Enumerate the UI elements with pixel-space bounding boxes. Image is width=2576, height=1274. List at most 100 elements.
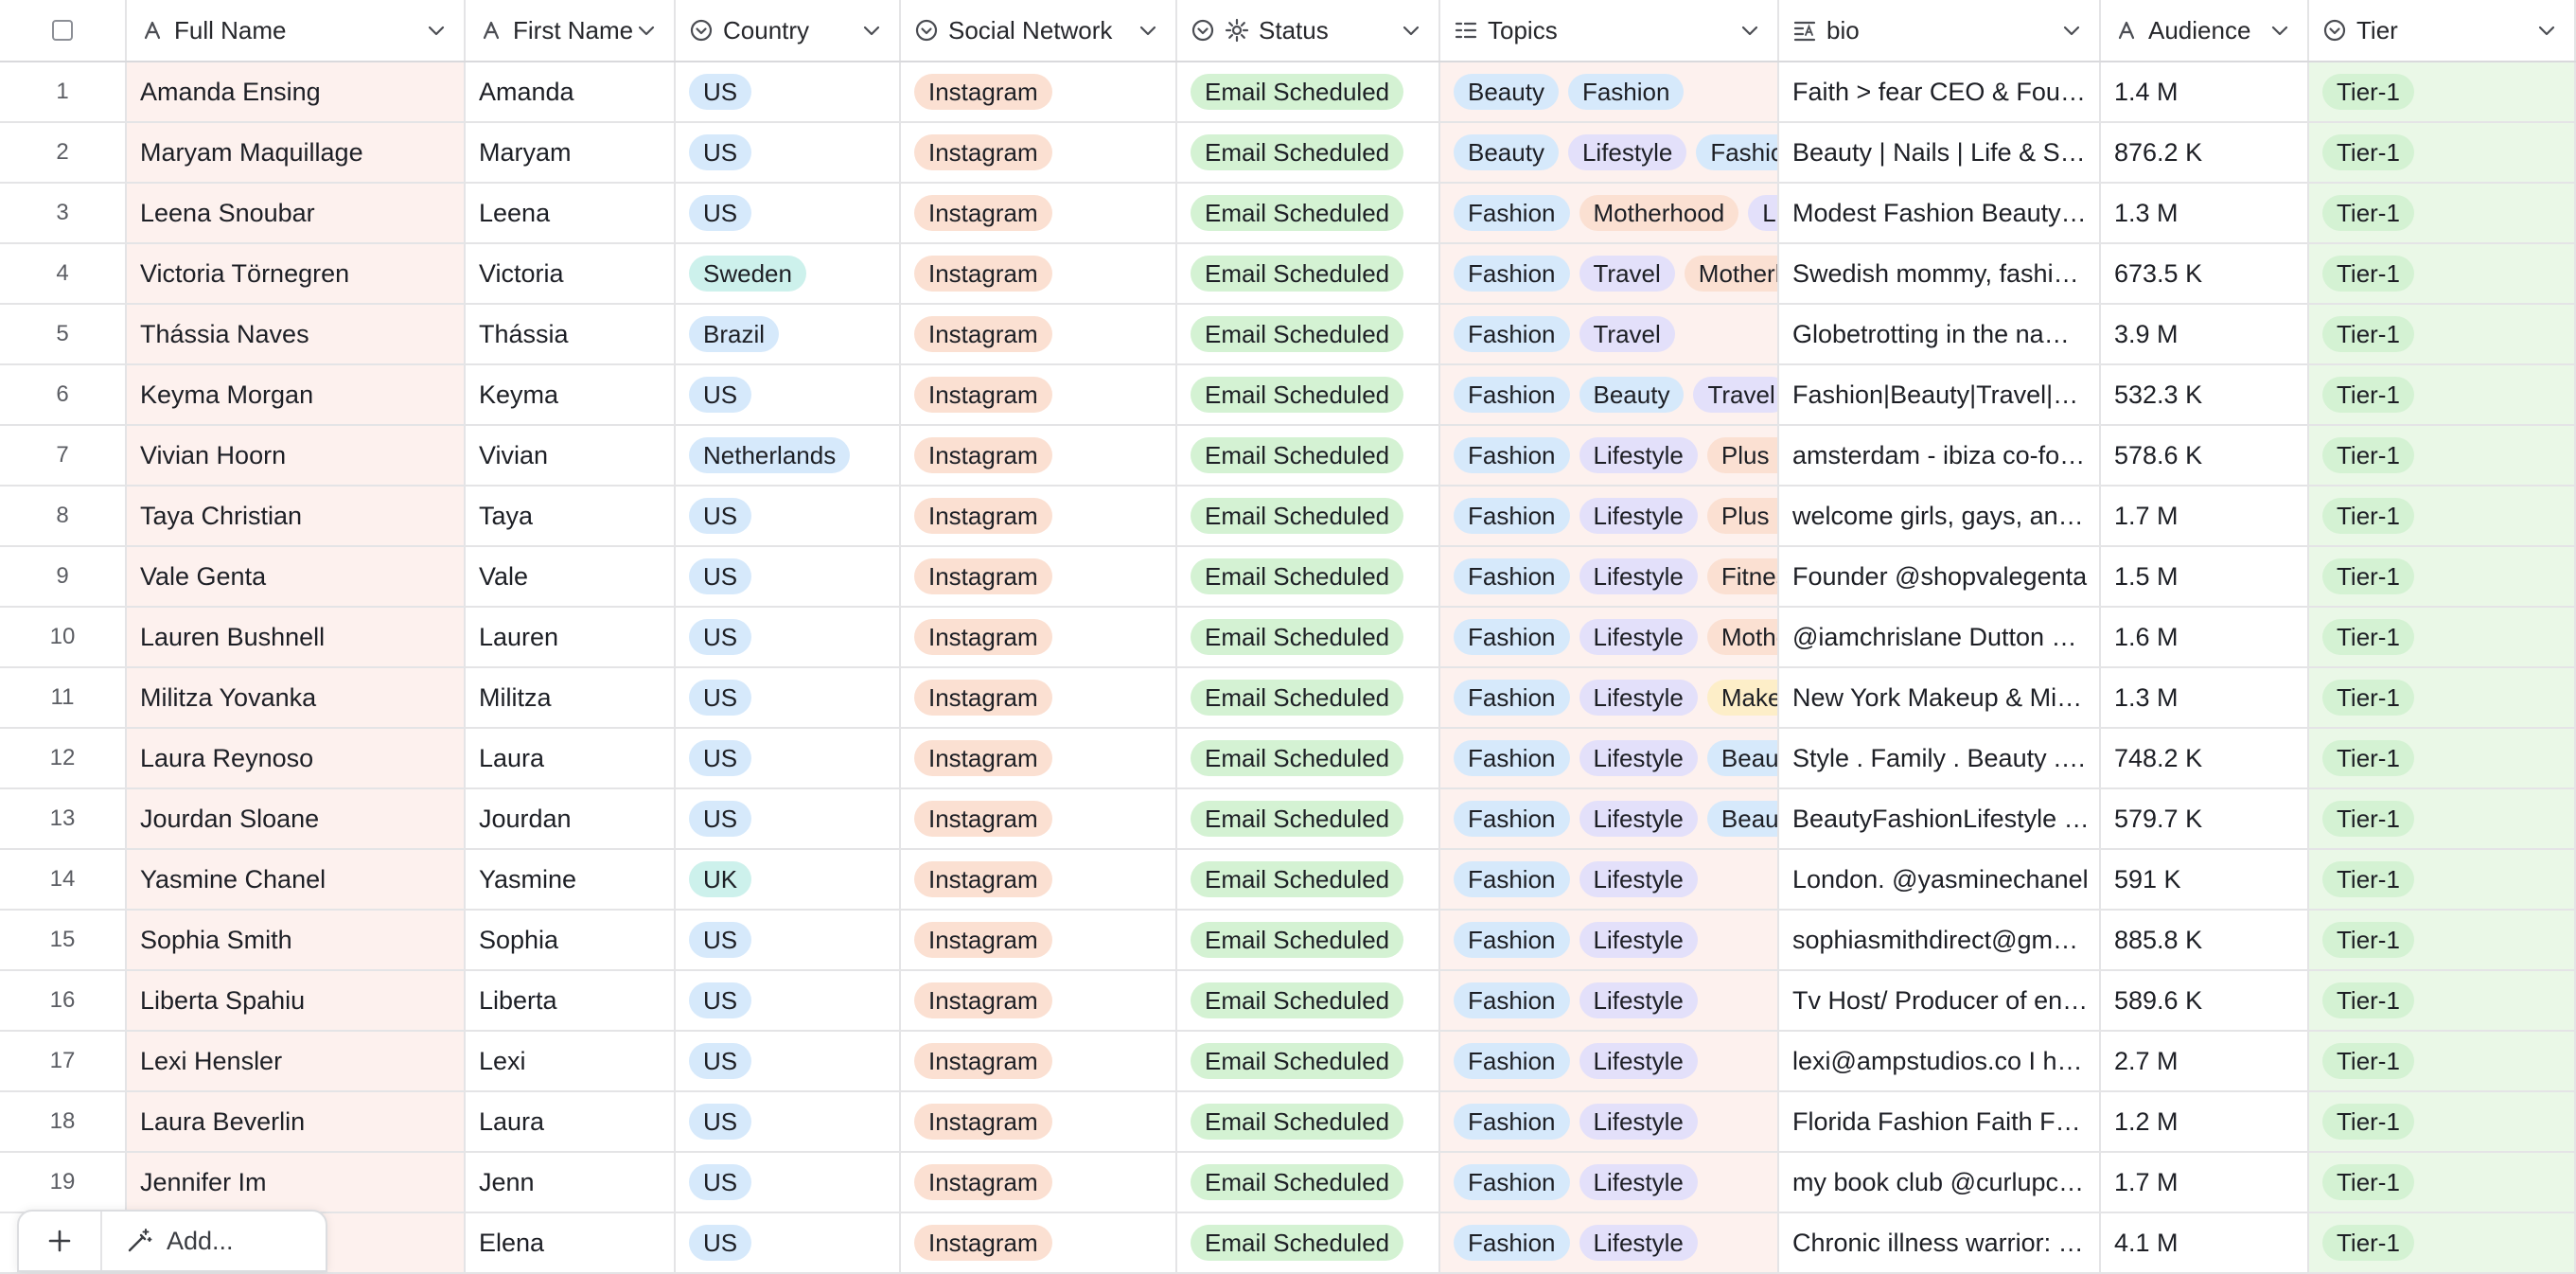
cell-status[interactable]: Email Scheduled bbox=[1177, 487, 1440, 545]
cell-country[interactable]: US bbox=[676, 729, 901, 787]
chevron-down-icon[interactable] bbox=[861, 20, 882, 41]
column-header-status[interactable]: Status bbox=[1177, 0, 1440, 61]
cell-country[interactable]: US bbox=[676, 608, 901, 666]
cell-topics[interactable]: Beauty Fashion bbox=[1440, 62, 1779, 121]
table-row[interactable]: 17 Lexi Hensler Lexi 2.7 M US Instagram Email … bbox=[0, 1032, 2576, 1092]
cell-first-name[interactable]: Jenn bbox=[466, 1153, 676, 1212]
cell-country[interactable]: Sweden bbox=[676, 244, 901, 303]
cell-status[interactable]: Email Scheduled bbox=[1177, 184, 1440, 242]
cell-tier[interactable]: Tier-1 bbox=[2309, 365, 2576, 424]
cell-topics[interactable]: Fashion Travel bbox=[1440, 305, 1779, 363]
cell-bio[interactable]: my book club @curlupclub bbox=[1779, 1153, 2101, 1212]
cell-full-name[interactable]: Leena Snoubar bbox=[127, 184, 466, 242]
cell-bio[interactable]: Florida Fashion Faith Family bbox=[1779, 1092, 2101, 1151]
cell-status[interactable]: Email Scheduled bbox=[1177, 62, 1440, 121]
cell-bio[interactable]: welcome girls, gays, and theys bbox=[1779, 487, 2101, 545]
cell-topics[interactable]: FashionLifestyleMotherhood bbox=[1440, 608, 1779, 666]
cell-bio[interactable]: @iamchrislane Dutton & more bbox=[1779, 608, 2101, 666]
cell-social[interactable]: Instagram bbox=[901, 1153, 1177, 1212]
cell-full-name[interactable]: Liberta Spahiu bbox=[127, 971, 466, 1030]
cell-full-name[interactable]: Thássia Naves bbox=[127, 305, 466, 363]
add-field-button[interactable]: Add... bbox=[102, 1227, 234, 1256]
cell-audience[interactable]: 578.6 K bbox=[2101, 426, 2309, 485]
cell-tier[interactable]: Tier-1 bbox=[2309, 305, 2576, 363]
cell-tier[interactable]: Tier-1 bbox=[2309, 1092, 2576, 1151]
cell-country[interactable]: US bbox=[676, 911, 901, 969]
cell-full-name[interactable]: Jourdan Sloane bbox=[127, 789, 466, 848]
cell-tier[interactable]: Tier-1 bbox=[2309, 911, 2576, 969]
table-row[interactable]: 15 Sophia Smith Sophia 885.8 K US Instagram Em… bbox=[0, 911, 2576, 971]
column-header-tier[interactable]: Tier bbox=[2309, 0, 2576, 61]
cell-tier[interactable]: Tier-1 bbox=[2309, 1213, 2576, 1272]
table-row[interactable]: 13 Jourdan Sloane Jourdan 579.7 K US Instagra… bbox=[0, 789, 2576, 850]
cell-first-name[interactable]: Jourdan bbox=[466, 789, 676, 848]
table-row[interactable]: 18 Laura Beverlin Laura 1.2 M US Instagram Ema… bbox=[0, 1092, 2576, 1153]
cell-full-name[interactable]: Taya Christian bbox=[127, 487, 466, 545]
cell-first-name[interactable]: Laura bbox=[466, 1092, 676, 1151]
cell-country[interactable]: US bbox=[676, 1213, 901, 1272]
cell-status[interactable]: Email Scheduled bbox=[1177, 426, 1440, 485]
table-row[interactable]: 2 Maryam Maquillage Maryam 876.2 K US Instagr… bbox=[0, 123, 2576, 184]
cell-social[interactable]: Instagram bbox=[901, 1213, 1177, 1272]
cell-first-name[interactable]: Taya bbox=[466, 487, 676, 545]
cell-country[interactable]: US bbox=[676, 547, 901, 606]
cell-audience[interactable]: 1.7 M bbox=[2101, 487, 2309, 545]
cell-first-name[interactable]: Liberta bbox=[466, 971, 676, 1030]
cell-audience[interactable]: 1.4 M bbox=[2101, 62, 2309, 121]
add-row-button[interactable] bbox=[19, 1212, 102, 1270]
cell-bio[interactable]: Beauty | Nails | Life & Style bbox=[1779, 123, 2101, 182]
cell-social[interactable]: Instagram bbox=[901, 123, 1177, 182]
cell-social[interactable]: Instagram bbox=[901, 850, 1177, 909]
cell-first-name[interactable]: Maryam bbox=[466, 123, 676, 182]
cell-audience[interactable]: 1.5 M bbox=[2101, 547, 2309, 606]
cell-topics[interactable]: Fashion Beauty Travel bbox=[1440, 365, 1779, 424]
cell-topics[interactable]: Fashion Lifestyle bbox=[1440, 971, 1779, 1030]
column-header-bio[interactable]: bio bbox=[1779, 0, 2101, 61]
column-header-social[interactable]: Social Network bbox=[901, 0, 1177, 61]
cell-status[interactable]: Email Scheduled bbox=[1177, 305, 1440, 363]
cell-tier[interactable]: Tier-1 bbox=[2309, 62, 2576, 121]
cell-topics[interactable]: FashionMotherhood Lifestyle bbox=[1440, 184, 1779, 242]
cell-social[interactable]: Instagram bbox=[901, 911, 1177, 969]
cell-social[interactable]: Instagram bbox=[901, 1092, 1177, 1151]
cell-first-name[interactable]: Leena bbox=[466, 184, 676, 242]
cell-topics[interactable]: FashionLifestylePlus Size bbox=[1440, 426, 1779, 485]
cell-country[interactable]: US bbox=[676, 62, 901, 121]
cell-country[interactable]: US bbox=[676, 668, 901, 727]
cell-country[interactable]: US bbox=[676, 365, 901, 424]
table-row[interactable]: 8 Taya Christian Taya 1.7 M US Instagram Email… bbox=[0, 487, 2576, 547]
cell-full-name[interactable]: Lexi Hensler bbox=[127, 1032, 466, 1090]
cell-social[interactable]: Instagram bbox=[901, 729, 1177, 787]
cell-status[interactable]: Email Scheduled bbox=[1177, 244, 1440, 303]
cell-tier[interactable]: Tier-1 bbox=[2309, 668, 2576, 727]
table-row[interactable]: 11 Militza Yovanka Militza 1.3 M US Instagram… bbox=[0, 668, 2576, 729]
cell-full-name[interactable]: Victoria Törnegren bbox=[127, 244, 466, 303]
cell-audience[interactable]: 1.2 M bbox=[2101, 1092, 2309, 1151]
cell-full-name[interactable]: Sophia Smith bbox=[127, 911, 466, 969]
cell-audience[interactable]: 876.2 K bbox=[2101, 123, 2309, 182]
chevron-down-icon[interactable] bbox=[1739, 20, 1760, 41]
cell-bio[interactable]: BeautyFashionLifestyle Creator bbox=[1779, 789, 2101, 848]
cell-status[interactable]: Email Scheduled bbox=[1177, 1213, 1440, 1272]
cell-status[interactable]: Email Scheduled bbox=[1177, 789, 1440, 848]
cell-bio[interactable]: Chronic illness warrior: advocate bbox=[1779, 1213, 2101, 1272]
cell-first-name[interactable]: Sophia bbox=[466, 911, 676, 969]
cell-country[interactable]: US bbox=[676, 971, 901, 1030]
cell-audience[interactable]: 2.7 M bbox=[2101, 1032, 2309, 1090]
cell-status[interactable]: Email Scheduled bbox=[1177, 911, 1440, 969]
cell-status[interactable]: Email Scheduled bbox=[1177, 365, 1440, 424]
cell-bio[interactable]: Style . Family . Beauty . Home bbox=[1779, 729, 2101, 787]
cell-tier[interactable]: Tier-1 bbox=[2309, 850, 2576, 909]
table-row[interactable]: 4 Victoria Törnegren Victoria 673.5 K Sweden… bbox=[0, 244, 2576, 305]
cell-bio[interactable]: amsterdam - ibiza co-founder bbox=[1779, 426, 2101, 485]
cell-tier[interactable]: Tier-1 bbox=[2309, 487, 2576, 545]
column-header-audience[interactable]: Audience bbox=[2101, 0, 2309, 61]
cell-status[interactable]: Email Scheduled bbox=[1177, 608, 1440, 666]
table-row[interactable]: 16 Liberta Spahiu Liberta 589.6 K US Instagra… bbox=[0, 971, 2576, 1032]
cell-topics[interactable]: Fashion Lifestyle bbox=[1440, 911, 1779, 969]
cell-audience[interactable]: 1.3 M bbox=[2101, 668, 2309, 727]
cell-topics[interactable]: Fashion Lifestyle bbox=[1440, 1032, 1779, 1090]
cell-status[interactable]: Email Scheduled bbox=[1177, 1032, 1440, 1090]
cell-full-name[interactable]: Yasmine Chanel bbox=[127, 850, 466, 909]
cell-first-name[interactable]: Vivian bbox=[466, 426, 676, 485]
